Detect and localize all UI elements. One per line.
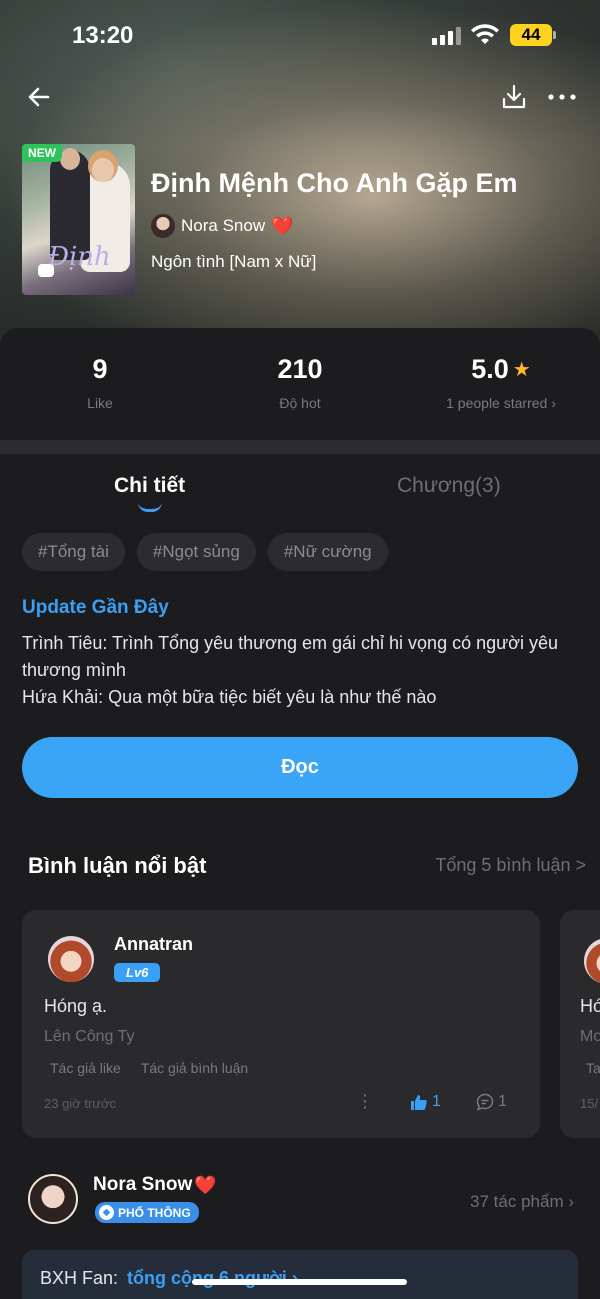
- tab-chapters[interactable]: Chương(3): [397, 474, 501, 498]
- level-badge: Lv6: [114, 963, 161, 982]
- detail-sheet: 9 Like 210 Độ hot 5.0 ★ 1 people starred…: [0, 328, 600, 1299]
- author-works-link[interactable]: 37 tác phẩm ›: [470, 1192, 574, 1212]
- author-avatar[interactable]: [28, 1174, 78, 1224]
- author-profile-name: Nora Snow ❤️: [93, 1174, 217, 1196]
- heart-icon: ❤️: [194, 1174, 217, 1195]
- commenter-avatar: [584, 938, 600, 984]
- cover-title-art: Định: [48, 242, 111, 272]
- update-line: Trình Tiêu: Trình Tổng yêu thương em gái…: [22, 633, 558, 680]
- comment-text: Hóng ạ.: [44, 996, 108, 1016]
- author-comment-chip: Tác giả bình luận: [140, 1060, 249, 1076]
- comments-total-link[interactable]: Tổng 5 bình luận >: [435, 855, 586, 876]
- reply-count: 1: [498, 1093, 507, 1110]
- book-genre: Ngôn tình [Nam x Nữ]: [151, 252, 317, 271]
- comment-card[interactable]: Annatran Lv6 Hóng ạ. Lên Công Ty Tác giả…: [22, 910, 540, 1138]
- fan-ranking[interactable]: BXH Fan: tổng cộng 6 người ›: [22, 1250, 578, 1299]
- heart-icon: ❤️: [271, 215, 294, 236]
- comment-time: 23 giờ trước: [44, 1096, 116, 1111]
- author-row[interactable]: Nora Snow ❤️: [151, 214, 294, 238]
- wifi-icon: [471, 24, 499, 44]
- status-bar: 13:20 44: [0, 0, 600, 72]
- tab-indicator: [138, 502, 162, 512]
- new-badge: NEW: [22, 144, 62, 162]
- comment-like-button[interactable]: 1: [410, 1093, 441, 1111]
- stat-hot: 210 Độ hot: [250, 354, 350, 411]
- tag-list: #Tổng tài #Ngọt sủng #Nữ cường: [22, 533, 388, 571]
- comment-text: Hó: [580, 996, 600, 1016]
- commenter-name[interactable]: Annatran: [114, 934, 193, 955]
- update-line: Hứa Khải: Qua một bữa tiệc biết yêu là n…: [22, 687, 437, 707]
- comment-bubble-icon: [38, 264, 54, 277]
- comment-chips: Tác giả like Tác giả bình luận: [44, 1060, 254, 1076]
- cover-face: [60, 148, 80, 170]
- likes-label: Like: [87, 395, 113, 411]
- comment-card[interactable]: Hó Mo Ta 15/: [560, 910, 600, 1138]
- status-time: 13:20: [72, 22, 134, 49]
- star-icon: ★: [512, 359, 531, 381]
- download-icon[interactable]: [500, 82, 528, 112]
- update-title: Update Gần Đây: [22, 597, 169, 618]
- tag-chip[interactable]: #Tổng tài: [22, 533, 125, 571]
- update-text: Trình Tiêu: Trình Tổng yêu thương em gái…: [22, 630, 578, 711]
- author-like-chip: Tác giả like: [50, 1060, 121, 1076]
- author-profile-row[interactable]: Nora Snow ❤️ ◆ PHỔ THÔNG 37 tác phẩm ›: [0, 1168, 600, 1238]
- thumbs-up-icon: [411, 1095, 427, 1110]
- tag-chip[interactable]: #Nữ cường: [267, 533, 388, 571]
- book-cover[interactable]: Định NEW: [22, 144, 135, 295]
- comment-chapter: Mo: [580, 1028, 600, 1045]
- tab-detail[interactable]: Chi tiết: [114, 474, 185, 498]
- comment-chips: Ta: [586, 1060, 600, 1076]
- author-rank-badge: ◆ PHỔ THÔNG: [95, 1202, 199, 1223]
- book-title: Định Mệnh Cho Anh Gặp Em: [151, 168, 518, 198]
- author-avatar: [151, 214, 175, 238]
- hot-count: 210: [277, 354, 323, 384]
- chat-bubble-icon: [476, 1093, 494, 1111]
- home-indicator[interactable]: [192, 1279, 407, 1285]
- comment-reply-button[interactable]: 1: [476, 1093, 507, 1111]
- tab-bar: Chi tiết Chương(3): [0, 468, 600, 518]
- likes-count: 9: [92, 354, 108, 384]
- hot-label: Độ hot: [279, 395, 321, 411]
- author-rank-label: PHỔ THÔNG: [118, 1205, 191, 1220]
- cover-face: [92, 158, 114, 182]
- comment-time: 15/: [580, 1096, 599, 1111]
- stats-row: 9 Like 210 Độ hot 5.0 ★ 1 people starred…: [0, 328, 600, 440]
- battery-indicator: 44: [510, 24, 556, 46]
- more-options-icon[interactable]: [546, 82, 578, 112]
- section-divider: [0, 440, 600, 454]
- comment-more-icon[interactable]: ⋮: [356, 1091, 374, 1112]
- commenter-avatar[interactable]: [48, 936, 94, 982]
- read-button[interactable]: Đọc: [22, 737, 578, 798]
- tag-chip[interactable]: #Ngọt sủng: [136, 533, 256, 571]
- stat-likes: 9 Like: [60, 354, 140, 411]
- author-name: Nora Snow: [93, 1174, 193, 1195]
- like-count: 1: [432, 1093, 441, 1110]
- back-arrow-icon[interactable]: [24, 82, 54, 112]
- diamond-icon: ◆: [99, 1205, 114, 1220]
- author-name: Nora Snow: [181, 216, 266, 235]
- cellular-signal-icon: [432, 27, 461, 45]
- top-navigation: [0, 80, 600, 114]
- rating-value: 5.0: [471, 354, 509, 384]
- rating-label: 1 people starred ›: [446, 395, 556, 411]
- fan-ranking-label: BXH Fan:: [40, 1268, 119, 1288]
- comment-chapter: Lên Công Ty: [44, 1028, 135, 1045]
- comments-title: Bình luận nổi bật: [28, 853, 207, 878]
- stat-rating[interactable]: 5.0 ★ 1 people starred ›: [426, 354, 576, 411]
